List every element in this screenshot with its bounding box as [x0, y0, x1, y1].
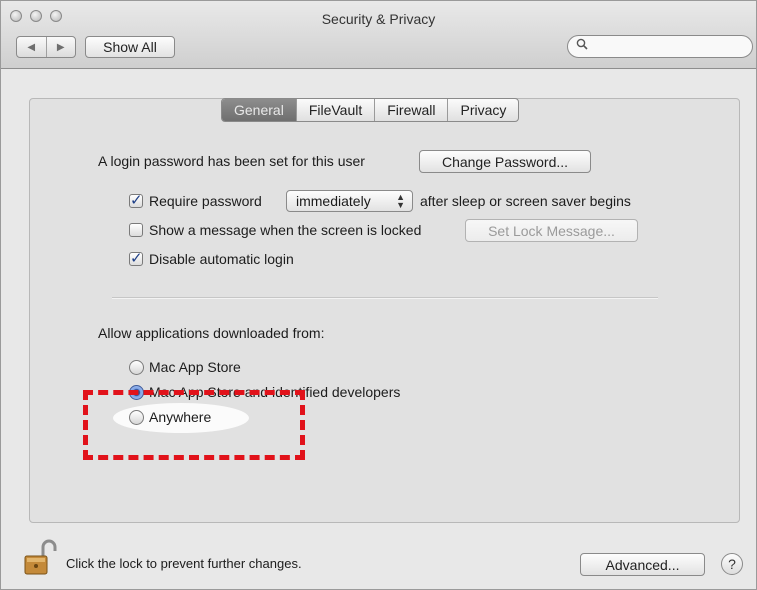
search-icon: [576, 38, 588, 53]
section-divider: [112, 297, 658, 299]
set-lock-message-button[interactable]: Set Lock Message...: [465, 219, 638, 242]
security-privacy-window: Security & Privacy ◀ ▶ Show All General …: [0, 0, 757, 590]
select-arrows-icon: ▲ ▼: [396, 192, 405, 210]
tab-general[interactable]: General: [222, 99, 296, 121]
radio-mac-app-store[interactable]: [129, 360, 144, 375]
advanced-button[interactable]: Advanced...: [580, 553, 705, 576]
show-all-button[interactable]: Show All: [85, 36, 175, 58]
tab-privacy[interactable]: Privacy: [447, 99, 518, 121]
show-message-checkbox[interactable]: [129, 223, 143, 237]
back-icon[interactable]: ◀: [17, 37, 46, 57]
lock-status-text: Click the lock to prevent further change…: [66, 556, 302, 571]
require-password-suffix: after sleep or screen saver begins: [420, 193, 631, 209]
tab-filevault[interactable]: FileVault: [295, 99, 374, 121]
radio-mac-app-store-label: Mac App Store: [149, 359, 241, 375]
require-password-delay-select[interactable]: immediately ▲ ▼: [286, 190, 413, 212]
login-password-text: A login password has been set for this u…: [98, 153, 365, 169]
help-button[interactable]: ?: [721, 553, 743, 575]
tab-bar: General FileVault Firewall Privacy: [221, 98, 520, 122]
forward-icon[interactable]: ▶: [45, 37, 76, 57]
disable-auto-login-checkbox[interactable]: [129, 249, 143, 267]
lock-icon[interactable]: [23, 538, 57, 578]
require-password-checkbox[interactable]: [129, 191, 143, 209]
disable-auto-login-label: Disable automatic login: [149, 251, 294, 267]
require-password-delay-value: immediately: [296, 193, 371, 209]
require-password-label: Require password: [149, 193, 262, 209]
back-forward-control: ◀ ▶: [16, 36, 76, 58]
search-field[interactable]: [567, 35, 753, 58]
change-password-button[interactable]: Change Password...: [419, 150, 591, 173]
annotation-dashed-box: [83, 390, 305, 460]
show-message-label: Show a message when the screen is locked: [149, 222, 422, 238]
tab-firewall[interactable]: Firewall: [374, 99, 447, 121]
downloads-heading: Allow applications downloaded from:: [98, 325, 325, 341]
window-title: Security & Privacy: [321, 11, 436, 27]
title-bar: Security & Privacy ◀ ▶ Show All: [1, 1, 756, 69]
